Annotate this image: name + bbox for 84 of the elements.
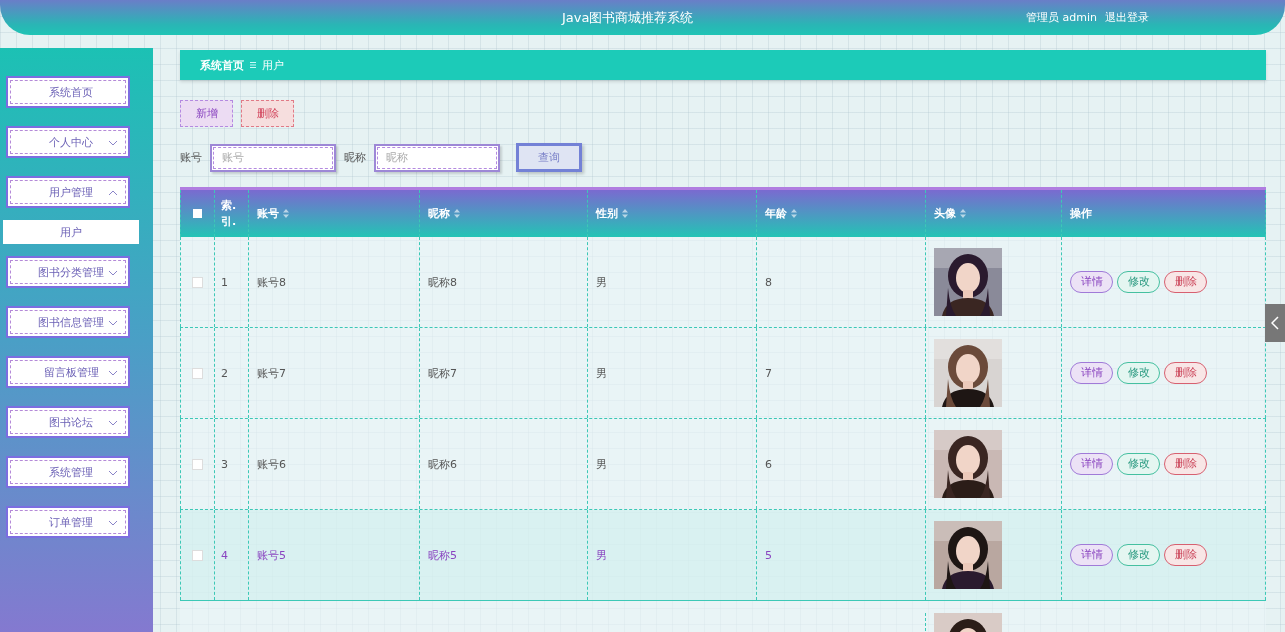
chevron-left-icon: [1271, 316, 1279, 330]
logout-link[interactable]: 退出登录: [1104, 10, 1149, 25]
chevron-icon: [108, 420, 118, 426]
delete-button[interactable]: 删除: [241, 100, 294, 127]
menu-item[interactable]: 订单管理: [6, 506, 130, 538]
row-checkbox[interactable]: [192, 276, 203, 288]
submenu-item[interactable]: 用户: [3, 220, 139, 244]
table-cell: 男: [596, 547, 607, 563]
chevron-icon: [108, 470, 118, 476]
edit-button[interactable]: 修改: [1117, 271, 1160, 293]
table-cell: 昵称8: [428, 274, 457, 290]
chevron-icon: [108, 320, 118, 326]
delete-button[interactable]: 删除: [1164, 271, 1207, 293]
menu-item[interactable]: 留言板管理: [6, 356, 130, 388]
column-header: 索. 引.: [221, 197, 238, 230]
column-header: 头像: [934, 206, 956, 221]
edit-button[interactable]: 修改: [1117, 362, 1160, 384]
delete-button[interactable]: 删除: [1164, 544, 1207, 566]
chevron-icon: [108, 140, 118, 146]
table-cell: 账号5: [257, 547, 286, 563]
column-header: 昵称: [428, 206, 450, 221]
input-field[interactable]: 账号: [210, 143, 336, 172]
field-label: 账号: [180, 150, 202, 165]
details-button[interactable]: 详情: [1070, 544, 1113, 566]
table-cell: 2: [221, 366, 228, 380]
field-label: 昵称: [344, 150, 366, 165]
column-header: 账号: [257, 206, 279, 221]
table-row[interactable]: 3 账号6 昵称6 男 6 详情 修改 删除: [180, 419, 1266, 510]
row-checkbox[interactable]: [192, 549, 203, 561]
table-cell: 账号8: [257, 274, 286, 290]
table-row[interactable]: 4 账号5 昵称5 男 5 详情 修改 删除: [180, 510, 1266, 601]
sort-icon[interactable]: [283, 209, 289, 218]
add-button[interactable]: 新增: [180, 100, 233, 127]
delete-button[interactable]: 删除: [1164, 453, 1207, 475]
input-field[interactable]: 昵称: [374, 143, 500, 172]
column-header: 年龄: [765, 206, 787, 221]
menu-item[interactable]: 个人中心: [6, 126, 130, 158]
table-cell: 8: [765, 275, 772, 289]
table-cell: 昵称7: [428, 365, 457, 381]
select-all-checkbox[interactable]: [193, 209, 202, 218]
edit-button[interactable]: 修改: [1117, 453, 1160, 475]
details-button[interactable]: 详情: [1070, 453, 1113, 475]
column-header: 性别: [596, 206, 618, 221]
menu-item[interactable]: 图书论坛: [6, 406, 130, 438]
table-cell: 账号6: [257, 456, 286, 472]
details-button[interactable]: 详情: [1070, 362, 1113, 384]
table-cell: 男: [596, 274, 607, 290]
separator-icon: [249, 61, 257, 69]
sort-icon[interactable]: [791, 209, 797, 218]
table-cell: 1: [221, 275, 228, 289]
user-label: 管理员 admin: [1026, 10, 1097, 25]
table-cell: 昵称6: [428, 456, 457, 472]
sort-icon[interactable]: [960, 209, 966, 218]
table-row[interactable]: 2 账号7 昵称7 男 7 详情 修改 删除: [180, 328, 1266, 419]
chevron-icon: [108, 270, 118, 276]
table-cell: 账号7: [257, 365, 286, 381]
menu-item[interactable]: 用户管理: [6, 176, 130, 208]
table-cell: 男: [596, 456, 607, 472]
table-cell: 昵称5: [428, 547, 457, 563]
details-button[interactable]: 详情: [1070, 271, 1113, 293]
chevron-icon: [108, 520, 118, 526]
menu-item[interactable]: 图书分类管理: [6, 256, 130, 288]
search-button[interactable]: 查询: [516, 143, 582, 172]
menu-item[interactable]: 图书信息管理: [6, 306, 130, 338]
table-row[interactable]: 1 账号8 昵称8 男 8 详情 修改 删除: [180, 237, 1266, 328]
table-cell: 6: [765, 457, 772, 471]
column-header: 操作: [1070, 206, 1092, 221]
sort-icon[interactable]: [622, 209, 628, 218]
collapse-handle[interactable]: [1265, 304, 1285, 342]
chevron-icon: [108, 370, 118, 376]
edit-button[interactable]: 修改: [1117, 544, 1160, 566]
delete-button[interactable]: 删除: [1164, 362, 1207, 384]
table-cell: 4: [221, 548, 228, 562]
table-cell: 男: [596, 365, 607, 381]
row-checkbox[interactable]: [192, 367, 203, 379]
table-cell: 7: [765, 366, 772, 380]
sort-icon[interactable]: [454, 209, 460, 218]
row-checkbox[interactable]: [192, 458, 203, 470]
table-cell: 5: [765, 548, 772, 562]
app-title: Java图书商城推荐系统: [562, 8, 695, 27]
table-cell: 3: [221, 457, 228, 471]
menu-item[interactable]: 系统管理: [6, 456, 130, 488]
menu-item[interactable]: 系统首页: [6, 76, 130, 108]
chevron-icon: [108, 190, 118, 196]
